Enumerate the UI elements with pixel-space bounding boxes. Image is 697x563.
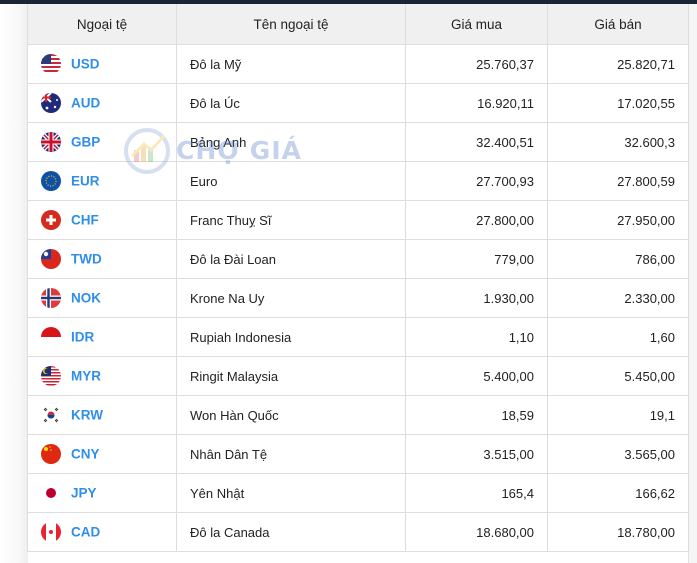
gb-flag-icon xyxy=(41,132,61,152)
currency-code-link[interactable]: AUD xyxy=(71,96,100,111)
currency-name: Won Hàn Quốc xyxy=(176,395,406,435)
header-sell-price: Giá bán xyxy=(547,4,689,45)
currency-code-cell: GBP xyxy=(27,122,177,162)
buy-price: 3.515,00 xyxy=(405,434,548,474)
sell-price: 17.020,55 xyxy=(547,83,689,123)
right-scroll-area xyxy=(688,4,697,563)
table-row: TWD Đô la Đài Loan 779,00 786,00 xyxy=(27,239,689,279)
tw-flag-icon xyxy=(41,249,61,269)
table-row: USD Đô la Mỹ 25.760,37 25.820,71 xyxy=(27,44,689,84)
sell-price: 18.780,00 xyxy=(547,512,689,552)
table-row: IDR Rupiah Indonesia 1,10 1,60 xyxy=(27,317,689,357)
au-flag-icon xyxy=(41,93,61,113)
currency-code-link[interactable]: CHF xyxy=(71,213,99,228)
currency-name: Ringit Malaysia xyxy=(176,356,406,396)
eu-flag-icon xyxy=(41,171,61,191)
header-currency-code: Ngoại tệ xyxy=(27,4,177,45)
buy-price: 32.400,51 xyxy=(405,122,548,162)
sell-price: 2.330,00 xyxy=(547,278,689,318)
sell-price: 166,62 xyxy=(547,473,689,513)
currency-code-link[interactable]: CNY xyxy=(71,447,100,462)
currency-name: Krone Na Uy xyxy=(176,278,406,318)
table-header-row: Ngoại tệ Tên ngoại tệ Giá mua Giá bán xyxy=(27,4,689,45)
currency-code-link[interactable]: MYR xyxy=(71,369,101,384)
currency-code-link[interactable]: IDR xyxy=(71,330,94,345)
currency-name: Bảng Anh xyxy=(176,122,406,162)
exchange-rate-table: Ngoại tệ Tên ngoại tệ Giá mua Giá bán US… xyxy=(27,4,689,552)
table-row: KRW Won Hàn Quốc 18,59 19,1 xyxy=(27,395,689,435)
sell-price: 1,60 xyxy=(547,317,689,357)
no-flag-icon xyxy=(41,288,61,308)
currency-code-cell: IDR xyxy=(27,317,177,357)
currency-name: Đô la Mỹ xyxy=(176,44,406,84)
table-row: NOK Krone Na Uy 1.930,00 2.330,00 xyxy=(27,278,689,318)
buy-price: 25.760,37 xyxy=(405,44,548,84)
currency-name: Đô la Đài Loan xyxy=(176,239,406,279)
my-flag-icon xyxy=(41,366,61,386)
currency-name: Đô la Canada xyxy=(176,512,406,552)
sell-price: 25.820,71 xyxy=(547,44,689,84)
ca-flag-icon xyxy=(41,522,61,542)
currency-code-cell: USD xyxy=(27,44,177,84)
currency-code-cell: CNY xyxy=(27,434,177,474)
currency-name: Rupiah Indonesia xyxy=(176,317,406,357)
sell-price: 3.565,00 xyxy=(547,434,689,474)
currency-name: Đô la Úc xyxy=(176,83,406,123)
buy-price: 27.700,93 xyxy=(405,161,548,201)
sell-price: 19,1 xyxy=(547,395,689,435)
sell-price: 32.600,3 xyxy=(547,122,689,162)
currency-code-link[interactable]: USD xyxy=(71,57,100,72)
id-flag-icon xyxy=(41,327,61,347)
header-buy-price: Giá mua xyxy=(405,4,548,45)
currency-name: Yên Nhật xyxy=(176,473,406,513)
table-row: CHF Franc Thuỵ Sĩ 27.800,00 27.950,00 xyxy=(27,200,689,240)
ch-flag-icon xyxy=(41,210,61,230)
us-flag-icon xyxy=(41,54,61,74)
buy-price: 16.920,11 xyxy=(405,83,548,123)
currency-name: Nhân Dân Tệ xyxy=(176,434,406,474)
buy-price: 18,59 xyxy=(405,395,548,435)
currency-code-link[interactable]: GBP xyxy=(71,135,100,150)
currency-code-link[interactable]: CAD xyxy=(71,525,100,540)
currency-code-cell: NOK xyxy=(27,278,177,318)
sell-price: 5.450,00 xyxy=(547,356,689,396)
cn-flag-icon xyxy=(41,444,61,464)
buy-price: 1,10 xyxy=(405,317,548,357)
buy-price: 1.930,00 xyxy=(405,278,548,318)
table-row: JPY Yên Nhật 165,4 166,62 xyxy=(27,473,689,513)
kr-flag-icon xyxy=(41,405,61,425)
currency-name: Franc Thuỵ Sĩ xyxy=(176,200,406,240)
currency-code-cell: JPY xyxy=(27,473,177,513)
currency-code-link[interactable]: JPY xyxy=(71,486,97,501)
table-row: AUD Đô la Úc 16.920,11 17.020,55 xyxy=(27,83,689,123)
header-currency-name: Tên ngoại tệ xyxy=(176,4,406,45)
currency-code-cell: MYR xyxy=(27,356,177,396)
jp-flag-icon xyxy=(41,483,61,503)
currency-code-cell: EUR xyxy=(27,161,177,201)
buy-price: 18.680,00 xyxy=(405,512,548,552)
buy-price: 5.400,00 xyxy=(405,356,548,396)
sell-price: 27.800,59 xyxy=(547,161,689,201)
sell-price: 27.950,00 xyxy=(547,200,689,240)
buy-price: 779,00 xyxy=(405,239,548,279)
currency-code-cell: CAD xyxy=(27,512,177,552)
table-row: GBP Bảng Anh 32.400,51 32.600,3 xyxy=(27,122,689,162)
currency-code-link[interactable]: KRW xyxy=(71,408,103,423)
buy-price: 27.800,00 xyxy=(405,200,548,240)
table-row: MYR Ringit Malaysia 5.400,00 5.450,00 xyxy=(27,356,689,396)
currency-name: Euro xyxy=(176,161,406,201)
table-row: EUR Euro 27.700,93 27.800,59 xyxy=(27,161,689,201)
currency-code-cell: KRW xyxy=(27,395,177,435)
buy-price: 165,4 xyxy=(405,473,548,513)
currency-code-link[interactable]: NOK xyxy=(71,291,101,306)
currency-code-cell: AUD xyxy=(27,83,177,123)
currency-code-link[interactable]: TWD xyxy=(71,252,102,267)
table-row: CAD Đô la Canada 18.680,00 18.780,00 xyxy=(27,512,689,552)
sell-price: 786,00 xyxy=(547,239,689,279)
currency-code-link[interactable]: EUR xyxy=(71,174,100,189)
left-margin xyxy=(0,4,28,563)
table-row: CNY Nhân Dân Tệ 3.515,00 3.565,00 xyxy=(27,434,689,474)
currency-code-cell: CHF xyxy=(27,200,177,240)
currency-code-cell: TWD xyxy=(27,239,177,279)
